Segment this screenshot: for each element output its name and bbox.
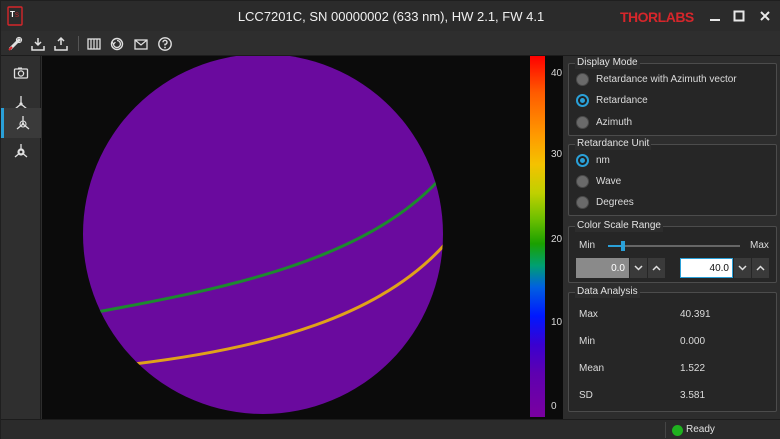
stat-sd-label: SD: [579, 390, 593, 401]
max-decrement-button[interactable]: [733, 258, 751, 278]
radio-button-selected[interactable]: [576, 154, 589, 167]
stat-mean-value: 1.522: [680, 363, 706, 374]
retardance-unit-group: Retardance Unit nm Wave Degrees: [568, 138, 777, 216]
min-increment-button[interactable]: [647, 258, 665, 278]
colorbar-tick-40: 40: [551, 68, 563, 79]
settings-panel: Display Mode Retardance with Azimuth vec…: [564, 56, 780, 419]
load-icon: [31, 37, 45, 51]
max-value-field[interactable]: 40.0: [680, 258, 733, 278]
data-analysis-title: Data Analysis: [575, 286, 640, 298]
help-icon: [158, 36, 172, 51]
toolbar-separator: [78, 36, 79, 51]
sidebar: [1, 56, 41, 419]
color-scale-title: Color Scale Range: [575, 220, 663, 232]
max-increment-button[interactable]: [751, 258, 769, 278]
unit-option-nm[interactable]: nm: [576, 154, 610, 167]
refresh-button[interactable]: [107, 34, 127, 53]
range-min-label: Min: [579, 240, 596, 251]
refresh-icon: [110, 37, 124, 50]
chevron-up-icon: [756, 265, 765, 271]
status-bar: Ready: [1, 419, 780, 439]
radio-button[interactable]: [576, 73, 589, 86]
data-analysis-group: Data Analysis Max 40.391 Min 0.000 Mean …: [568, 286, 777, 412]
min-value-field[interactable]: 0.0: [576, 258, 629, 278]
help-button[interactable]: [155, 34, 175, 53]
radio-button[interactable]: [576, 196, 589, 209]
stat-max-label: Max: [579, 309, 598, 320]
stat-min-label: Min: [579, 336, 596, 347]
title-bar: T S LCC7201C, SN 00000002 (633 nm), HW 2…: [1, 1, 780, 31]
save-button[interactable]: [51, 34, 71, 53]
camera-icon: [13, 67, 29, 79]
contact-button[interactable]: [131, 34, 151, 53]
retardance-image: [83, 56, 443, 414]
display-mode-title: Display Mode: [575, 57, 640, 69]
status-text: Ready: [686, 424, 715, 435]
range-slider[interactable]: [608, 241, 740, 251]
retardance-icon: [16, 116, 29, 130]
radio-button-selected[interactable]: [576, 94, 589, 107]
option-label: Retardance: [596, 95, 648, 106]
grid-button[interactable]: [84, 34, 104, 53]
display-mode-option-retardance[interactable]: Retardance: [576, 94, 648, 107]
chevron-down-icon: [634, 265, 643, 271]
status-indicator-icon: [672, 425, 683, 436]
colorbar-tick-20: 20: [551, 234, 563, 245]
option-label: Degrees: [596, 197, 634, 208]
radio-button[interactable]: [576, 116, 589, 129]
stat-max-value: 40.391: [680, 309, 711, 320]
colorbar-tick-0: 0: [551, 401, 557, 412]
color-scale-bar: [530, 56, 545, 417]
color-scale-group: Color Scale Range Min Max 0.0 40.0: [568, 220, 777, 283]
minimize-icon: [710, 19, 720, 21]
display-mode-option-azimuth-vector[interactable]: Retardance with Azimuth vector: [576, 73, 737, 86]
maximize-icon: [733, 10, 745, 22]
retardance-map: 40 30 20 10 0: [42, 56, 563, 419]
load-button[interactable]: [28, 34, 48, 53]
radio-button[interactable]: [576, 175, 589, 188]
sample-disk: [83, 56, 443, 414]
colorbar-tick-30: 30: [551, 149, 563, 160]
range-slider-handle[interactable]: [621, 241, 625, 251]
retardance-unit-title: Retardance Unit: [575, 138, 652, 150]
stat-sd-value: 3.581: [680, 390, 706, 401]
device-connect-icon: [8, 36, 23, 51]
toolbar: [1, 31, 780, 56]
unit-option-wave[interactable]: Wave: [576, 175, 621, 188]
device-connect-button[interactable]: [5, 34, 25, 53]
brand-logo: THORLABS: [620, 9, 694, 25]
stat-min-value: 0.000: [680, 336, 706, 347]
chevron-down-icon: [738, 265, 747, 271]
display-mode-group: Display Mode Retardance with Azimuth vec…: [568, 57, 777, 136]
range-max-label: Max: [750, 240, 769, 251]
status-separator: [665, 422, 666, 438]
stat-mean-label: Mean: [579, 363, 605, 374]
save-icon: [54, 36, 68, 51]
colorbar-tick-10: 10: [551, 317, 563, 328]
close-icon: [760, 11, 770, 21]
option-label: nm: [596, 155, 610, 166]
option-label: Azimuth: [596, 117, 633, 128]
close-button[interactable]: [748, 3, 780, 29]
application-window: T S LCC7201C, SN 00000002 (633 nm), HW 2…: [0, 0, 780, 439]
grid-icon: [87, 37, 101, 50]
analysis-button[interactable]: [1, 136, 41, 166]
analysis-icon: [14, 144, 28, 158]
retardance-button[interactable]: [1, 108, 41, 138]
contact-icon: [134, 38, 148, 50]
camera-button[interactable]: [1, 58, 41, 88]
display-mode-option-azimuth[interactable]: Azimuth: [576, 116, 632, 129]
unit-option-degrees[interactable]: Degrees: [576, 196, 634, 209]
chevron-up-icon: [652, 265, 661, 271]
max-value-spinbox[interactable]: 40.0: [680, 258, 769, 278]
min-decrement-button[interactable]: [629, 258, 647, 278]
min-value-spinbox[interactable]: 0.0: [576, 258, 665, 278]
option-label: Retardance with Azimuth vector: [596, 74, 737, 85]
option-label: Wave: [596, 176, 622, 187]
